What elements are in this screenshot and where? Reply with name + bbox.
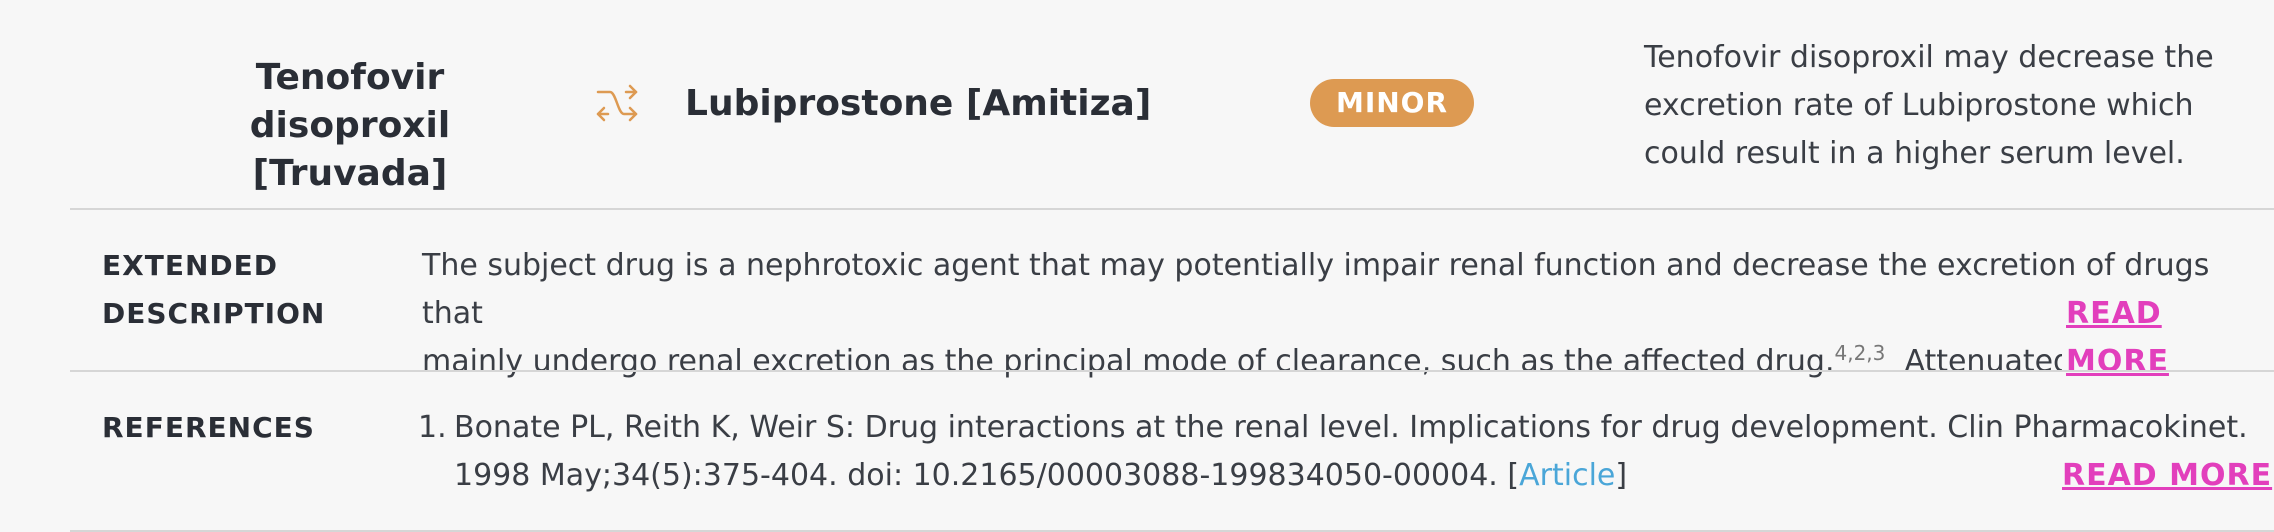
reference-number: 1. [418, 410, 447, 445]
references-label: REFERENCES [102, 411, 315, 444]
severity-badge: MINOR [1310, 79, 1474, 127]
section-divider [70, 370, 2274, 372]
text-fade-overlay [1880, 290, 2060, 338]
drug-a-name: Tenofovir disoproxil [Truvada] [249, 57, 451, 194]
swap-arrows-icon [596, 84, 638, 122]
interaction-summary: Tenofovir disoproxil may decrease the ex… [1644, 40, 2214, 171]
reference-item: 1. Bonate PL, Reith K, Weir S: Drug inter… [418, 404, 2248, 500]
drug-b-name: Lubiprostone [Amitiza] [685, 83, 1152, 124]
reference-article-link[interactable]: Article [1519, 458, 1615, 493]
extended-description-label: EXTENDED DESCRIPTION [102, 249, 326, 330]
references-read-more-link[interactable]: READ MORE [2062, 452, 2272, 500]
extended-description-line: mainly undergo renal excretion as the pr… [422, 341, 2112, 379]
section-divider [70, 208, 2274, 210]
reference-line: 1. Bonate PL, Reith K, Weir S: Drug inter… [418, 404, 2248, 452]
citation-superscript: 4,2,3 [1834, 341, 1886, 365]
reference-line: 1998 May;34(5):375-404. doi: 10.2165/000… [454, 458, 1628, 493]
